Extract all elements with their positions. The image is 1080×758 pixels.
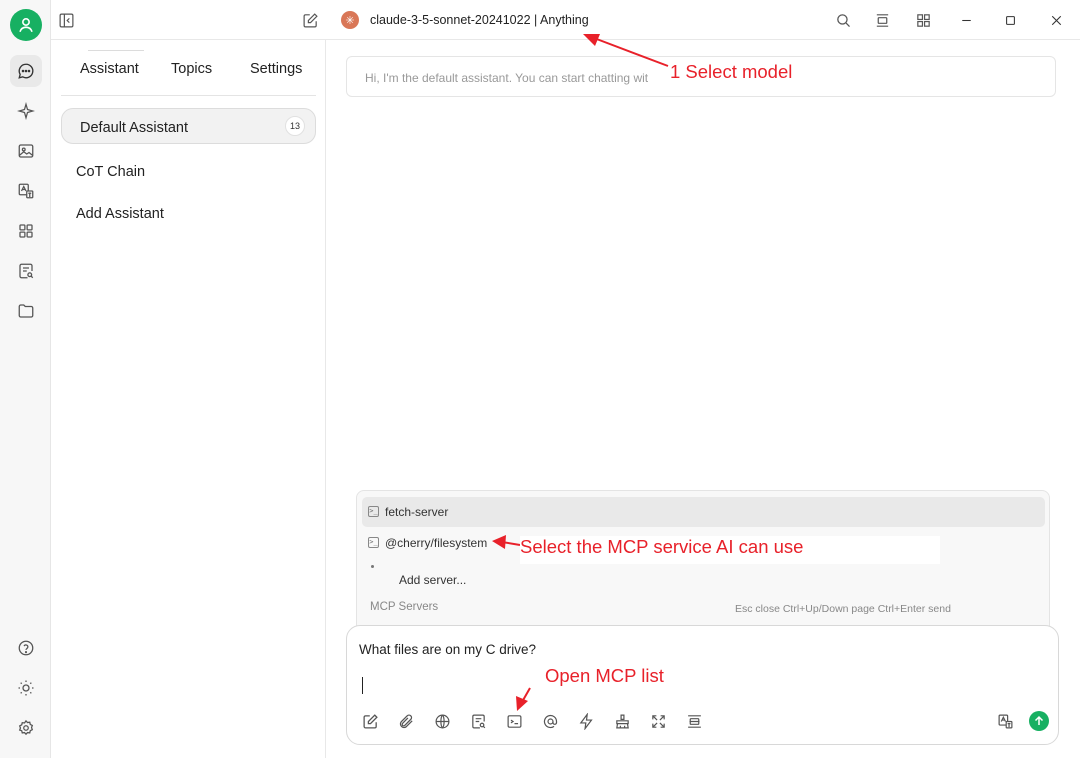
document-search-icon (471, 714, 485, 728)
close-icon (1051, 15, 1061, 25)
sun-icon (18, 680, 34, 696)
arrow-up-icon (1034, 715, 1044, 725)
claude-logo-icon: ✳ (341, 11, 359, 29)
terminal-icon: >_ (368, 537, 379, 548)
edit-icon (303, 12, 318, 27)
mcp-server-fetch[interactable]: >_ fetch-server (362, 497, 1045, 527)
assistant-sidebar: Assistant Topics Settings Default Assist… (51, 40, 326, 758)
greeting-text: Hi, I'm the default assistant. You can s… (365, 71, 649, 85)
terminal-icon: >_ (368, 506, 379, 517)
knowledge-base-button[interactable] (468, 711, 488, 731)
paperclip-icon (399, 714, 413, 728)
mini-apps-button[interactable] (914, 11, 932, 29)
add-server-bullet (371, 565, 374, 568)
at-sign-icon (543, 714, 557, 728)
fullscreen-icon (651, 714, 665, 728)
lightning-icon (579, 712, 593, 730)
chat-input-box[interactable]: What files are on my C drive? (346, 625, 1059, 745)
toggle-sidebar-button[interactable] (57, 11, 75, 29)
image-icon (18, 144, 34, 158)
grid-icon (916, 13, 930, 27)
topic-count-badge: 13 (285, 116, 305, 136)
tab-settings[interactable]: Settings (250, 61, 302, 77)
web-search-button[interactable] (432, 711, 452, 731)
search-icon (836, 13, 850, 27)
close-button[interactable] (1047, 11, 1065, 29)
text-caret (362, 677, 363, 694)
edit-icon (362, 713, 378, 729)
rail-theme-button[interactable] (10, 672, 42, 704)
sparkle-icon (17, 102, 35, 120)
send-button[interactable] (1029, 711, 1049, 731)
rail-apps-button[interactable] (10, 215, 42, 247)
minimize-button[interactable] (957, 11, 975, 29)
annotation-select-model: 1 Select model (670, 61, 793, 82)
expand-icon (876, 13, 888, 27)
annotation-open-mcp: Open MCP list (545, 665, 664, 687)
grid-icon (19, 224, 33, 238)
expand-input-button[interactable] (648, 711, 668, 731)
divider-icon (687, 714, 701, 728)
annotation-select-mcp: Select the MCP service AI can use (520, 536, 940, 564)
mcp-server-label: fetch-server (385, 505, 449, 519)
quick-phrases-button[interactable] (576, 711, 596, 731)
tab-assistant[interactable]: Assistant (80, 61, 139, 77)
folder-icon (18, 304, 34, 318)
rail-settings-button[interactable] (10, 712, 42, 744)
translate-input-button[interactable] (995, 711, 1015, 731)
help-icon (18, 640, 34, 656)
rail-chat-button[interactable] (10, 55, 42, 87)
assistant-item-default[interactable]: Default Assistant 13 (61, 108, 316, 144)
mcp-section-label: MCP Servers (370, 601, 439, 613)
add-server-button[interactable]: Add server... (399, 573, 466, 587)
keyboard-hint: Esc close Ctrl+Up/Down page Ctrl+Enter s… (735, 603, 951, 615)
mcp-server-label: @cherry/filesystem (385, 536, 488, 550)
chat-input[interactable]: What files are on my C drive? (359, 642, 536, 657)
gear-icon (18, 719, 34, 736)
add-assistant-button[interactable]: Add Assistant (76, 206, 164, 222)
translate-icon (998, 714, 1012, 728)
rail-agents-button[interactable] (10, 95, 42, 127)
clear-context-button[interactable] (612, 711, 632, 731)
layout-button[interactable] (873, 11, 891, 29)
rail-help-button[interactable] (10, 632, 42, 664)
assistant-item-cot-chain[interactable]: CoT Chain (76, 164, 145, 180)
sidebar-tabs: Assistant Topics Settings (61, 40, 316, 96)
tab-indicator (88, 50, 144, 51)
terminal-icon (507, 714, 521, 728)
assistant-label: Default Assistant (80, 120, 188, 136)
user-icon (19, 18, 33, 33)
sidebar-collapse-icon (59, 13, 73, 27)
broom-icon (615, 714, 629, 728)
icon-rail (0, 0, 51, 758)
document-search-icon (19, 263, 34, 279)
search-button[interactable] (834, 11, 852, 29)
user-avatar[interactable] (10, 9, 42, 41)
globe-icon (435, 714, 449, 728)
rail-paintings-button[interactable] (10, 135, 42, 167)
rail-knowledge-button[interactable] (10, 255, 42, 287)
attach-button[interactable] (396, 711, 416, 731)
new-topic-tool-button[interactable] (360, 711, 380, 731)
tab-topics[interactable]: Topics (171, 61, 212, 77)
maximize-icon (1005, 15, 1015, 25)
rail-files-button[interactable] (10, 295, 42, 327)
mcp-servers-button[interactable] (504, 711, 524, 731)
mention-model-button[interactable] (540, 711, 560, 731)
maximize-button[interactable] (1001, 11, 1019, 29)
minimize-icon (961, 19, 971, 21)
chat-icon (18, 63, 34, 79)
translate-icon (18, 183, 34, 199)
rail-translate-button[interactable] (10, 175, 42, 207)
new-context-button[interactable] (684, 711, 704, 731)
model-selector[interactable]: claude-3-5-sonnet-20241022 | Anything (370, 13, 589, 27)
title-bar: ✳ claude-3-5-sonnet-20241022 | Anything (51, 0, 1080, 40)
new-topic-button[interactable] (301, 11, 319, 29)
